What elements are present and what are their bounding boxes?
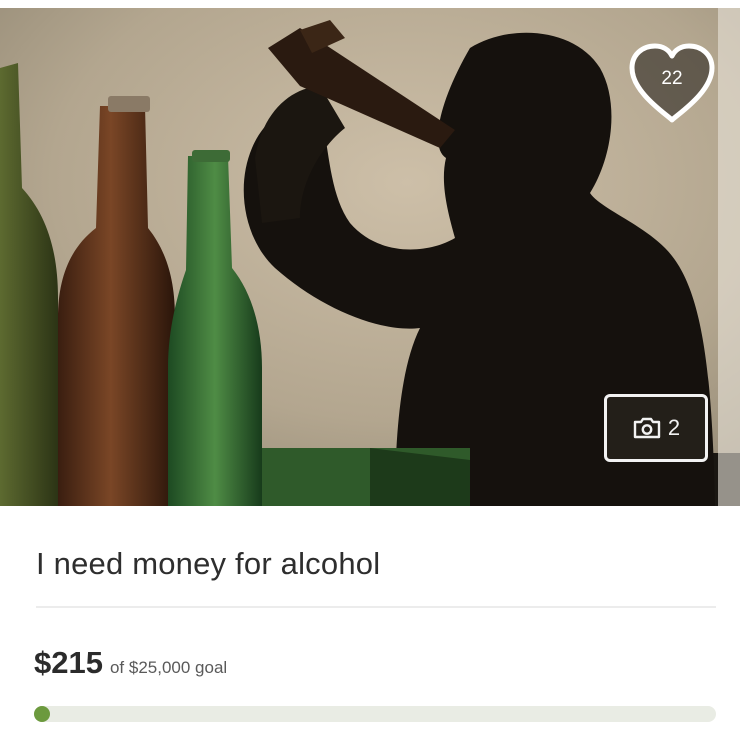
favorite-button[interactable]: 22 <box>626 42 718 126</box>
funding-summary: $215 of $25,000 goal <box>34 645 227 681</box>
photo-gallery-button[interactable]: 2 <box>604 394 708 462</box>
progress-bar <box>34 706 716 722</box>
photo-count: 2 <box>667 415 681 440</box>
camera-icon <box>633 417 661 439</box>
amount-raised: $215 <box>34 645 103 680</box>
campaign-card[interactable]: 22 2 I need money for alcohol $215 of $2… <box>0 0 750 744</box>
campaign-title[interactable]: I need money for alcohol <box>36 546 380 582</box>
goal-text: of $25,000 goal <box>109 658 228 677</box>
favorite-count: 22 <box>661 68 683 89</box>
divider <box>36 606 716 608</box>
progress-bar-fill <box>34 706 50 722</box>
